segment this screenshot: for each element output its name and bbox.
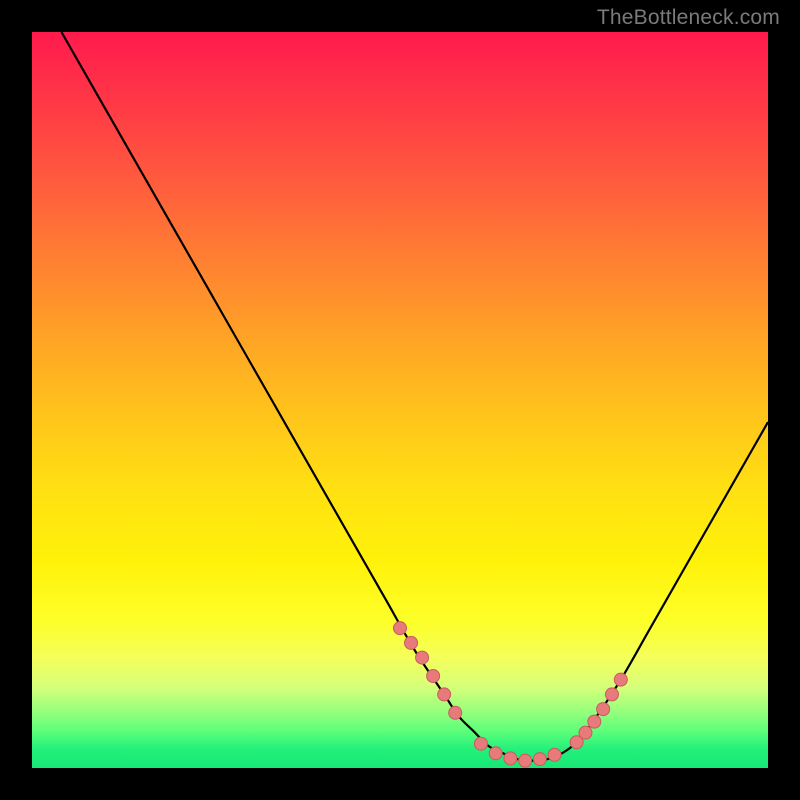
marker-right-cluster xyxy=(597,703,610,716)
marker-valley xyxy=(489,747,502,760)
marker-right-cluster xyxy=(614,673,627,686)
marker-left-cluster xyxy=(427,670,440,683)
marker-left-cluster xyxy=(416,651,429,664)
marker-valley xyxy=(504,752,517,765)
watermark-text: TheBottleneck.com xyxy=(597,6,780,30)
plot-area xyxy=(32,32,768,768)
marker-valley xyxy=(533,753,546,766)
marker-left-cluster xyxy=(394,622,407,635)
chart-stage: TheBottleneck.com xyxy=(0,0,800,800)
bottleneck-curve xyxy=(61,32,768,761)
marker-group xyxy=(394,622,628,767)
marker-right-cluster xyxy=(605,688,618,701)
marker-valley xyxy=(519,754,532,767)
marker-left-cluster xyxy=(438,688,451,701)
marker-valley xyxy=(548,748,561,761)
marker-left-cluster xyxy=(405,636,418,649)
marker-right-cluster xyxy=(579,726,592,739)
marker-valley xyxy=(474,737,487,750)
curve-layer xyxy=(32,32,768,768)
marker-right-cluster xyxy=(588,715,601,728)
marker-left-cluster xyxy=(449,706,462,719)
